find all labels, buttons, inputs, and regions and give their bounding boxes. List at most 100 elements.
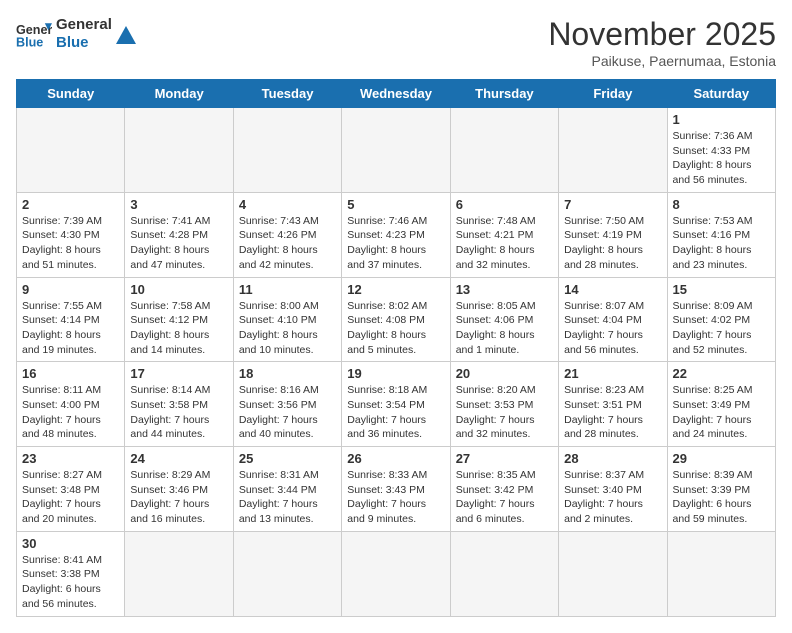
logo-general: General [56,16,112,34]
day-info: Sunrise: 8:16 AM Sunset: 3:56 PM Dayligh… [239,383,336,442]
week-row-4: 16 Sunrise: 8:11 AM Sunset: 4:00 PM Dayli… [17,362,776,447]
day-number: 26 [347,451,444,466]
day-number: 6 [456,197,553,212]
day-number: 11 [239,282,336,297]
day-cell: 18 Sunrise: 8:16 AM Sunset: 3:56 PM Dayli… [233,362,341,447]
svg-text:Blue: Blue [16,36,43,50]
day-number: 29 [673,451,770,466]
day-cell: 9Sunrise: 7:55 AM Sunset: 4:14 PM Daylig… [17,277,125,362]
day-info: Sunrise: 8:00 AM Sunset: 4:10 PM Dayligh… [239,299,336,358]
day-header-saturday: Saturday [667,80,775,108]
title-area: November 2025 Paikuse, Paernumaa, Estoni… [548,16,776,69]
day-cell: 26Sunrise: 8:33 AM Sunset: 3:43 PM Dayli… [342,447,450,532]
day-number: 1 [673,112,770,127]
day-number: 12 [347,282,444,297]
day-info: Sunrise: 7:39 AM Sunset: 4:30 PM Dayligh… [22,214,119,273]
day-info: Sunrise: 8:14 AM Sunset: 3:58 PM Dayligh… [130,383,227,442]
day-cell: 20 Sunrise: 8:20 AM Sunset: 3:53 PM Dayli… [450,362,558,447]
calendar-header-row: SundayMondayTuesdayWednesdayThursdayFrid… [17,80,776,108]
day-cell: 13 Sunrise: 8:05 AM Sunset: 4:06 PM Dayli… [450,277,558,362]
day-cell: 22Sunrise: 8:25 AM Sunset: 3:49 PM Dayli… [667,362,775,447]
day-info: Sunrise: 8:11 AM Sunset: 4:00 PM Dayligh… [22,383,119,442]
day-header-monday: Monday [125,80,233,108]
day-number: 5 [347,197,444,212]
day-cell [17,108,125,193]
day-cell: 5 Sunrise: 7:46 AM Sunset: 4:23 PM Daylig… [342,192,450,277]
day-number: 16 [22,366,119,381]
day-number: 7 [564,197,661,212]
day-info: Sunrise: 8:27 AM Sunset: 3:48 PM Dayligh… [22,468,119,527]
day-info: Sunrise: 8:31 AM Sunset: 3:44 PM Dayligh… [239,468,336,527]
day-number: 21 [564,366,661,381]
day-cell: 24 Sunrise: 8:29 AM Sunset: 3:46 PM Dayli… [125,447,233,532]
day-number: 28 [564,451,661,466]
day-info: Sunrise: 8:37 AM Sunset: 3:40 PM Dayligh… [564,468,661,527]
day-cell: 6Sunrise: 7:48 AM Sunset: 4:21 PM Daylig… [450,192,558,277]
day-cell: 14 Sunrise: 8:07 AM Sunset: 4:04 PM Dayli… [559,277,667,362]
week-row-1: 1 Sunrise: 7:36 AM Sunset: 4:33 PM Daylig… [17,108,776,193]
day-cell [342,108,450,193]
day-info: Sunrise: 8:39 AM Sunset: 3:39 PM Dayligh… [673,468,770,527]
day-info: Sunrise: 8:35 AM Sunset: 3:42 PM Dayligh… [456,468,553,527]
day-cell: 1 Sunrise: 7:36 AM Sunset: 4:33 PM Daylig… [667,108,775,193]
day-header-friday: Friday [559,80,667,108]
day-info: Sunrise: 8:29 AM Sunset: 3:46 PM Dayligh… [130,468,227,527]
day-number: 27 [456,451,553,466]
day-cell: 29 Sunrise: 8:39 AM Sunset: 3:39 PM Dayli… [667,447,775,532]
day-cell: 15Sunrise: 8:09 AM Sunset: 4:02 PM Dayli… [667,277,775,362]
week-row-5: 23 Sunrise: 8:27 AM Sunset: 3:48 PM Dayli… [17,447,776,532]
day-number: 25 [239,451,336,466]
day-cell [233,108,341,193]
day-info: Sunrise: 8:07 AM Sunset: 4:04 PM Dayligh… [564,299,661,358]
day-number: 4 [239,197,336,212]
day-number: 20 [456,366,553,381]
day-info: Sunrise: 8:23 AM Sunset: 3:51 PM Dayligh… [564,383,661,442]
day-info: Sunrise: 8:20 AM Sunset: 3:53 PM Dayligh… [456,383,553,442]
day-info: Sunrise: 8:41 AM Sunset: 3:38 PM Dayligh… [22,553,119,612]
day-number: 18 [239,366,336,381]
day-cell: 11 Sunrise: 8:00 AM Sunset: 4:10 PM Dayli… [233,277,341,362]
day-cell: 28 Sunrise: 8:37 AM Sunset: 3:40 PM Dayli… [559,447,667,532]
day-number: 19 [347,366,444,381]
day-cell: 23 Sunrise: 8:27 AM Sunset: 3:48 PM Dayli… [17,447,125,532]
day-header-sunday: Sunday [17,80,125,108]
day-info: Sunrise: 7:36 AM Sunset: 4:33 PM Dayligh… [673,129,770,188]
week-row-2: 2 Sunrise: 7:39 AM Sunset: 4:30 PM Daylig… [17,192,776,277]
day-number: 8 [673,197,770,212]
day-header-wednesday: Wednesday [342,80,450,108]
week-row-3: 9Sunrise: 7:55 AM Sunset: 4:14 PM Daylig… [17,277,776,362]
day-cell: 16 Sunrise: 8:11 AM Sunset: 4:00 PM Dayli… [17,362,125,447]
day-cell: 4Sunrise: 7:43 AM Sunset: 4:26 PM Daylig… [233,192,341,277]
day-number: 2 [22,197,119,212]
day-number: 17 [130,366,227,381]
day-header-tuesday: Tuesday [233,80,341,108]
day-cell: 2 Sunrise: 7:39 AM Sunset: 4:30 PM Daylig… [17,192,125,277]
location-subtitle: Paikuse, Paernumaa, Estonia [548,53,776,69]
day-cell: 27 Sunrise: 8:35 AM Sunset: 3:42 PM Dayli… [450,447,558,532]
calendar: SundayMondayTuesdayWednesdayThursdayFrid… [16,79,776,617]
day-number: 23 [22,451,119,466]
day-cell: 3Sunrise: 7:41 AM Sunset: 4:28 PM Daylig… [125,192,233,277]
day-number: 13 [456,282,553,297]
day-cell: 25 Sunrise: 8:31 AM Sunset: 3:44 PM Dayli… [233,447,341,532]
day-header-thursday: Thursday [450,80,558,108]
day-cell: 21 Sunrise: 8:23 AM Sunset: 3:51 PM Dayli… [559,362,667,447]
day-info: Sunrise: 8:25 AM Sunset: 3:49 PM Dayligh… [673,383,770,442]
day-cell: 12 Sunrise: 8:02 AM Sunset: 4:08 PM Dayli… [342,277,450,362]
day-number: 9 [22,282,119,297]
day-number: 14 [564,282,661,297]
day-info: Sunrise: 7:53 AM Sunset: 4:16 PM Dayligh… [673,214,770,273]
header: General Blue General Blue November 2025 … [16,16,776,69]
day-info: Sunrise: 8:02 AM Sunset: 4:08 PM Dayligh… [347,299,444,358]
day-cell [450,108,558,193]
day-cell [342,531,450,616]
day-cell [450,531,558,616]
day-info: Sunrise: 8:05 AM Sunset: 4:06 PM Dayligh… [456,299,553,358]
day-number: 3 [130,197,227,212]
day-info: Sunrise: 8:09 AM Sunset: 4:02 PM Dayligh… [673,299,770,358]
day-number: 24 [130,451,227,466]
day-info: Sunrise: 7:46 AM Sunset: 4:23 PM Dayligh… [347,214,444,273]
day-cell [559,108,667,193]
day-cell: 30Sunrise: 8:41 AM Sunset: 3:38 PM Dayli… [17,531,125,616]
day-cell: 19Sunrise: 8:18 AM Sunset: 3:54 PM Dayli… [342,362,450,447]
